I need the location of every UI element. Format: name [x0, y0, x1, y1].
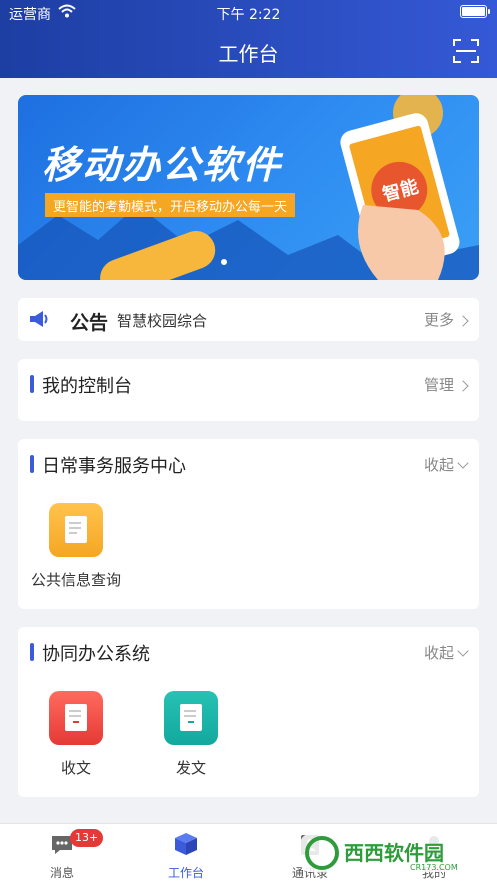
document-upload-icon — [164, 691, 218, 745]
section-marker — [30, 455, 34, 473]
section-marker — [30, 375, 34, 393]
notice-bar[interactable]: 公告 智慧校园综合 更多 — [18, 298, 479, 341]
chevron-down-icon — [457, 645, 469, 657]
tab-messages[interactable]: 13+ 消息 — [0, 824, 124, 883]
app-send-document[interactable]: 发文 — [141, 691, 241, 778]
notice-text[interactable]: 智慧校园综合 — [117, 310, 207, 331]
tab-label: 工作台 — [167, 866, 204, 880]
status-time: 下午 2:22 — [216, 7, 281, 23]
carousel-indicator[interactable] — [221, 259, 227, 265]
notice-more-label: 更多 — [423, 311, 454, 329]
app-label: 发文 — [175, 759, 206, 777]
status-bar: 运营商 下午 2:22 — [0, 0, 497, 26]
chevron-down-icon — [457, 457, 469, 469]
chevron-right-icon — [457, 380, 469, 392]
scan-icon[interactable] — [453, 38, 479, 64]
console-manage-label: 管理 — [423, 376, 454, 394]
nav-header: 运营商 下午 2:22 工作台 — [0, 0, 497, 78]
collab-title: 协同办公系统 — [42, 644, 150, 665]
tab-workbench[interactable]: 工作台 — [124, 824, 248, 883]
app-public-info-query[interactable]: 公共信息查询 — [26, 503, 126, 590]
chevron-right-icon — [457, 315, 469, 327]
console-title: 我的控制台 — [42, 376, 132, 397]
battery-icon — [460, 5, 490, 18]
svg-text:西西软件园: 西西软件园 — [344, 841, 444, 865]
daily-title: 日常事务服务中心 — [42, 456, 186, 477]
document-search-icon — [49, 503, 103, 557]
collab-collapse-label: 收起 — [423, 644, 454, 662]
daily-services-card: 日常事务服务中心 收起 公共信息查询 — [18, 439, 479, 609]
notice-label: 公告 — [70, 312, 109, 334]
daily-collapse-label: 收起 — [423, 456, 454, 474]
workbench-cube-icon — [175, 833, 197, 855]
message-count-badge: 13+ — [70, 829, 104, 847]
page-title: 工作台 — [218, 42, 279, 66]
notice-more-button[interactable]: 更多 — [423, 309, 469, 330]
megaphone-icon — [30, 311, 48, 327]
console-card: 我的控制台 管理 — [18, 359, 479, 421]
banner-subtitle: 更智能的考勤模式，开启移动办公每一天 — [45, 193, 296, 217]
banner-title: 移动办公软件 — [42, 143, 283, 187]
app-receive-document[interactable]: 收文 — [26, 691, 126, 778]
daily-collapse-button[interactable]: 收起 — [423, 454, 469, 475]
svg-text:CR173.COM: CR173.COM — [410, 863, 458, 872]
collab-office-card: 协同办公系统 收起 收文 发文 — [18, 627, 479, 797]
collab-collapse-button[interactable]: 收起 — [423, 642, 469, 663]
tab-label: 消息 — [49, 866, 74, 880]
document-download-icon — [49, 691, 103, 745]
section-marker — [30, 643, 34, 661]
watermark-logo: 西西软件园 CR173.COM — [300, 830, 480, 876]
console-manage-button[interactable]: 管理 — [423, 374, 469, 395]
app-label: 收文 — [60, 759, 91, 777]
app-label: 公共信息查询 — [30, 571, 121, 589]
